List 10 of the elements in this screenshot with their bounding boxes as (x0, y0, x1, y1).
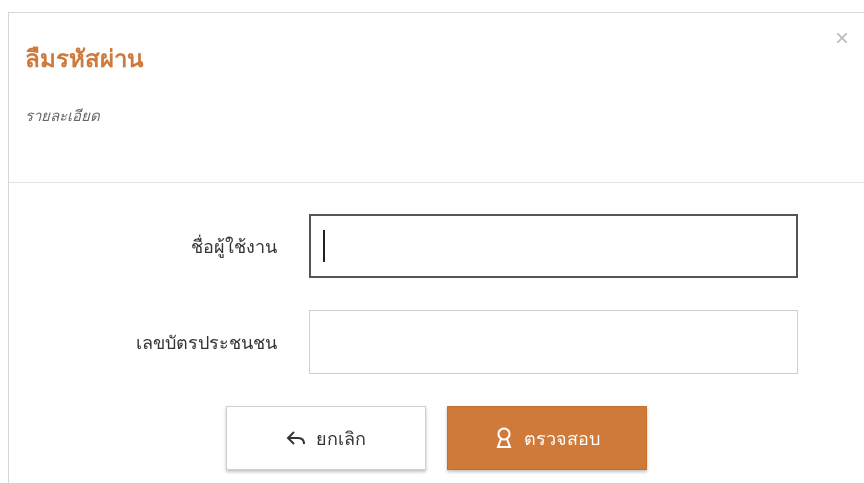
input-field[interactable] (309, 214, 798, 278)
check-button[interactable]: ตรวจสอบ (447, 406, 647, 470)
dialog-subtitle: รายละเอียด (25, 106, 101, 127)
user-icon (494, 427, 514, 449)
reply-icon (286, 430, 306, 446)
dialog-title: ลืมรหัสผ่าน (25, 44, 144, 75)
cancel-button[interactable]: ยกเลิก (226, 406, 426, 470)
field-label: ชื่อผู้ใช้งาน (190, 234, 277, 260)
close-button[interactable]: × (835, 27, 850, 51)
field-label: เลขบัตรประชนชน (135, 332, 277, 356)
